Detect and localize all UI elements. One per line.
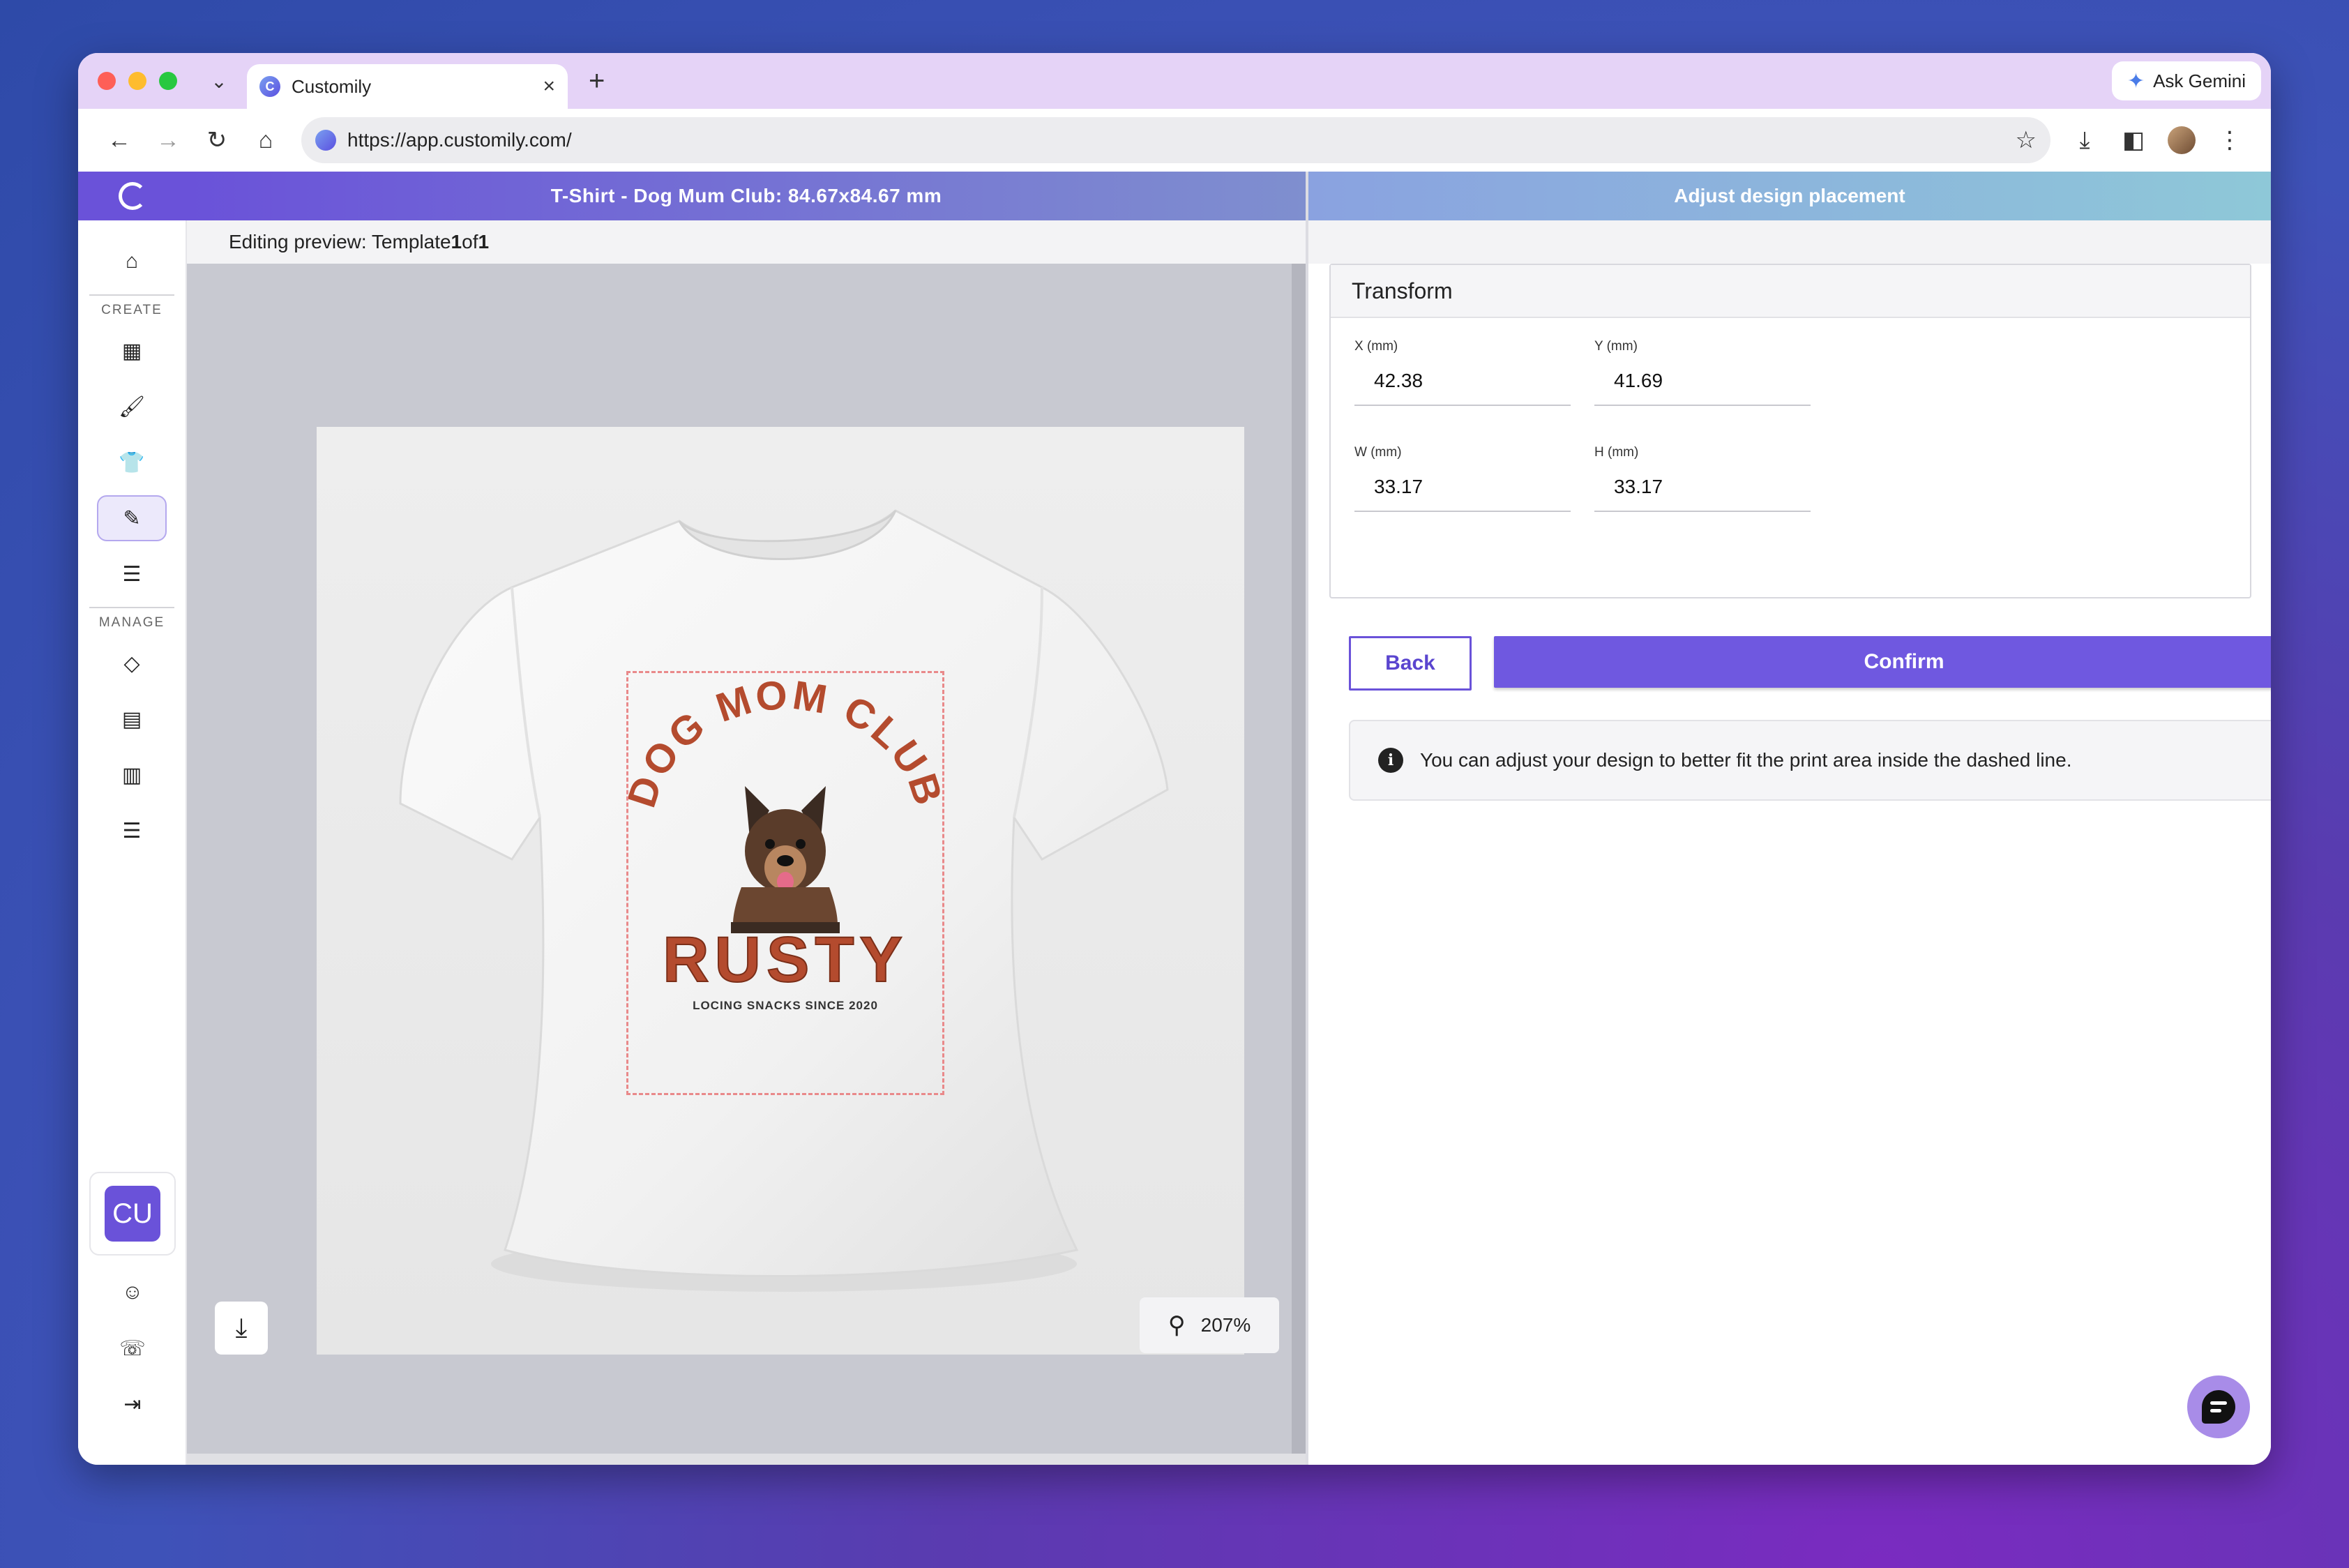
download-preview-button[interactable]: ⤓ — [215, 1302, 268, 1355]
zoom-level: 207% — [1200, 1314, 1251, 1336]
vertical-scrollbar[interactable] — [1292, 264, 1306, 1465]
downloads-icon[interactable]: ⤓ — [2060, 127, 2109, 154]
x-field: X (mm) 42.38 — [1354, 339, 1571, 406]
browser-window: ⌄ C Customily × + ✦ Ask Gemini ← → ↻ ⌂ h… — [78, 53, 2271, 1465]
preview-prefix: Editing preview: Template — [229, 231, 451, 252]
x-input[interactable]: 42.38 — [1354, 370, 1571, 406]
info-icon: i — [1378, 748, 1403, 773]
profile-icon[interactable]: ☺ — [98, 1269, 167, 1316]
w-input[interactable]: 33.17 — [1354, 476, 1571, 512]
customily-app: ⌂ CREATE ▦ 🖌 👕 ✎ ☰ MANAGE ◇ ▤ ▥ ☰ CU ☺ ☏… — [78, 172, 2271, 1465]
panel-spacer — [1308, 220, 2271, 264]
reload-icon[interactable]: ↻ — [192, 126, 241, 154]
zoom-search-icon: ⚲ — [1168, 1312, 1186, 1339]
sidebar-design-tools-icon[interactable]: ✎ — [97, 495, 167, 541]
back-arrow-icon[interactable]: ← — [95, 127, 144, 154]
editing-preview-label: Editing preview: Template 1 of 1 — [187, 220, 1306, 264]
tab-close-icon[interactable]: × — [543, 75, 555, 98]
preview-editor: T-Shirt - Dog Mum Club: 84.67x84.67 mm E… — [187, 172, 1306, 1465]
forward-arrow-icon[interactable]: → — [144, 127, 192, 154]
url-text[interactable]: https://app.customily.com/ — [347, 129, 2004, 151]
preview-of: of — [462, 231, 478, 252]
sidebar-templates-icon[interactable]: ▦ — [97, 328, 167, 374]
sidebar-section-create: CREATE — [101, 303, 163, 317]
transform-title: Transform — [1331, 265, 2250, 318]
tab-title: Customily — [292, 75, 372, 97]
y-input[interactable]: 41.69 — [1594, 370, 1811, 406]
browser-menu-icon[interactable]: ⋮ — [2205, 126, 2254, 154]
action-buttons: Back Confirm — [1349, 636, 2271, 691]
tab-search-chevron-icon[interactable]: ⌄ — [205, 70, 233, 93]
sidebar-store-icon[interactable]: ▥ — [97, 752, 167, 798]
customily-logo-icon — [119, 182, 146, 210]
y-field: Y (mm) 41.69 — [1594, 339, 1811, 406]
browser-tab[interactable]: C Customily × — [247, 64, 568, 109]
maximize-window-button[interactable] — [159, 72, 177, 90]
account-badge: CU — [105, 1186, 160, 1242]
sidebar-brush-icon[interactable]: 🖌 — [97, 384, 167, 430]
account-switcher[interactable]: CU — [89, 1172, 176, 1256]
back-button[interactable]: Back — [1349, 636, 1472, 691]
sidebar-list-tree-icon[interactable]: ☰ — [97, 808, 167, 854]
sidebar-tag-icon[interactable]: ◇ — [97, 640, 167, 686]
support-headset-icon[interactable]: ☏ — [98, 1325, 167, 1371]
customily-favicon-icon: C — [259, 76, 280, 97]
browser-toolbar: ← → ↻ ⌂ https://app.customily.com/ ☆ ⤓ ◧… — [78, 109, 2271, 172]
profile-avatar[interactable] — [2168, 126, 2196, 154]
side-panel-icon[interactable]: ◧ — [2109, 126, 2158, 154]
h-input[interactable]: 33.17 — [1594, 476, 1811, 512]
zoom-control[interactable]: ⚲ 207% — [1140, 1297, 1279, 1353]
tab-strip: ⌄ C Customily × + ✦ Ask Gemini — [78, 53, 2271, 109]
sidebar-divider — [89, 294, 174, 296]
w-field: W (mm) 33.17 — [1354, 445, 1571, 512]
transform-card: Transform X (mm) 42.38 Y (mm) 41.69 W (m… — [1329, 264, 2251, 598]
print-area-boundary — [626, 671, 944, 1095]
logout-icon[interactable]: ⇥ — [98, 1381, 167, 1427]
info-text: You can adjust your design to better fit… — [1420, 749, 2072, 771]
placement-panel: Adjust design placement Transform X (mm)… — [1306, 172, 2271, 1465]
customily-logo[interactable] — [78, 172, 187, 220]
x-label: X (mm) — [1354, 339, 1398, 354]
preview-canvas[interactable]: DOG MOM CLUB RUSTY — [317, 427, 1244, 1355]
ask-gemini-button[interactable]: ✦ Ask Gemini — [2111, 61, 2261, 100]
preview-total: 1 — [478, 231, 490, 252]
w-label: W (mm) — [1354, 445, 1402, 460]
h-label: H (mm) — [1594, 445, 1639, 460]
app-sidebar: ⌂ CREATE ▦ 🖌 👕 ✎ ☰ MANAGE ◇ ▤ ▥ ☰ CU ☺ ☏… — [78, 172, 187, 1465]
sidebar-list-icon[interactable]: ☰ — [97, 551, 167, 597]
panel-title: Adjust design placement — [1308, 172, 2271, 220]
sidebar-section-manage: MANAGE — [98, 615, 165, 630]
sidebar-divider — [89, 607, 174, 608]
h-field: H (mm) 33.17 — [1594, 445, 1811, 512]
sidebar-tshirt-icon[interactable]: 👕 — [97, 439, 167, 485]
minimize-window-button[interactable] — [128, 72, 146, 90]
new-tab-button[interactable]: + — [589, 66, 605, 97]
download-icon: ⤓ — [235, 1313, 248, 1343]
ask-gemini-label: Ask Gemini — [2153, 70, 2246, 91]
chat-support-button[interactable] — [2187, 1375, 2250, 1438]
horizontal-scrollbar[interactable] — [187, 1454, 1306, 1465]
site-info-icon[interactable] — [315, 130, 336, 151]
info-notice: i You can adjust your design to better f… — [1349, 720, 2271, 801]
sidebar-home-icon[interactable]: ⌂ — [97, 239, 167, 285]
home-icon[interactable]: ⌂ — [241, 127, 290, 154]
confirm-button[interactable]: Confirm — [1494, 636, 2271, 688]
sidebar-document-icon[interactable]: ▤ — [97, 696, 167, 742]
preview-current: 1 — [451, 231, 462, 252]
product-title: T-Shirt - Dog Mum Club: 84.67x84.67 mm — [187, 172, 1306, 220]
sidebar-bottom: CU ☺ ☏ ⇥ — [78, 1172, 187, 1437]
window-controls — [98, 72, 177, 90]
bookmark-star-icon[interactable]: ☆ — [2016, 126, 2037, 154]
address-bar[interactable]: https://app.customily.com/ ☆ — [301, 117, 2050, 163]
gemini-sparkle-icon: ✦ — [2127, 69, 2145, 93]
toolbar-actions: ⤓ ◧ ⋮ — [2060, 126, 2254, 154]
chat-bubble-icon — [2202, 1390, 2235, 1424]
close-window-button[interactable] — [98, 72, 116, 90]
y-label: Y (mm) — [1594, 339, 1638, 354]
